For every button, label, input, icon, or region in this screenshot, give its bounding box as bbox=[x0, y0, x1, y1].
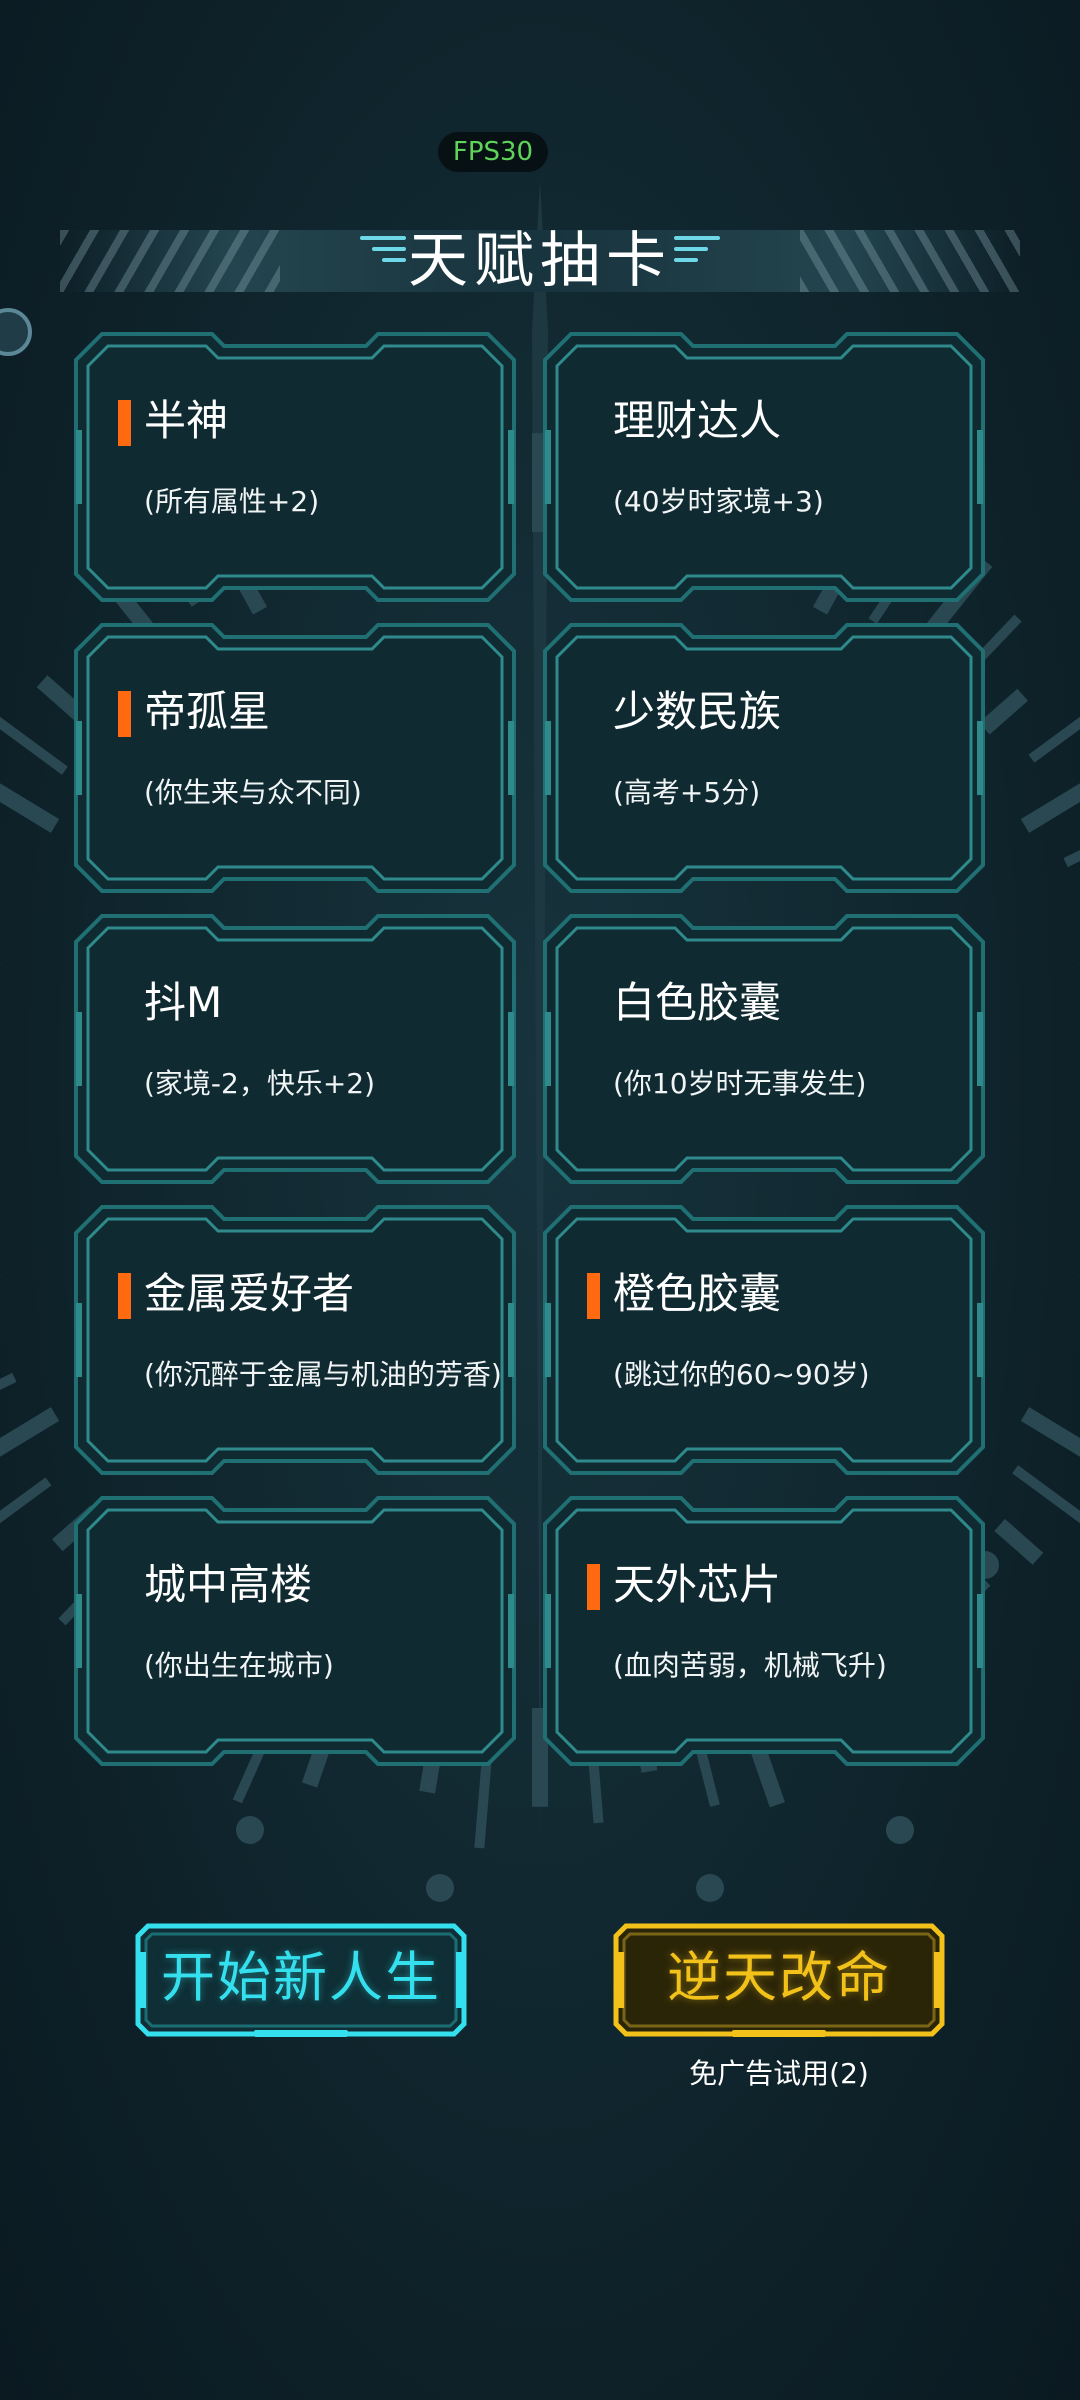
title-bar: 天赋抽卡 bbox=[0, 222, 1080, 300]
start-new-life-button[interactable]: 开始新人生 bbox=[134, 1922, 468, 2038]
talent-name: 半神 bbox=[144, 396, 229, 445]
card-frame bbox=[74, 332, 516, 602]
rarity-flag-icon bbox=[118, 400, 131, 446]
talent-description: (你沉醉于金属与机油的芳香) bbox=[144, 1358, 502, 1391]
background-ray bbox=[1012, 1465, 1080, 1524]
talent-description: (40岁时家境+3) bbox=[613, 485, 824, 518]
card-frame bbox=[543, 1205, 985, 1475]
game-screen: FPS30 天赋抽卡 半神 (所有属性+2) 理财达人 (40岁时家境+3) 帝孤星 (你… bbox=[0, 0, 1080, 2400]
background-ray bbox=[1020, 1407, 1080, 1457]
page-title: 天赋抽卡 bbox=[408, 226, 672, 296]
talent-card[interactable]: 理财达人 (40岁时家境+3) bbox=[541, 330, 987, 604]
card-frame bbox=[74, 1205, 516, 1475]
talent-card[interactable]: 少数民族 (高考+5分) bbox=[541, 621, 987, 895]
fps-counter: FPS30 bbox=[438, 132, 548, 172]
rarity-flag-icon bbox=[118, 1273, 131, 1319]
talent-card[interactable]: 半神 (所有属性+2) bbox=[72, 330, 518, 604]
revive-button-label: 逆天改命 bbox=[667, 1946, 891, 2009]
start-button-label: 开始新人生 bbox=[161, 1946, 441, 2009]
card-frame bbox=[543, 332, 985, 602]
ad-free-trial-label[interactable]: 免广告试用(2) bbox=[612, 2054, 946, 2094]
background-ray bbox=[994, 1518, 1044, 1565]
talent-card[interactable]: 白色胶囊 (你10岁时无事发生) bbox=[541, 912, 987, 1186]
card-frame bbox=[543, 1496, 985, 1766]
talent-name: 少数民族 bbox=[613, 687, 782, 736]
talent-name: 理财达人 bbox=[613, 396, 782, 445]
talent-name: 抖M bbox=[144, 978, 223, 1027]
background-ray bbox=[0, 783, 60, 833]
talent-name: 白色胶囊 bbox=[613, 978, 782, 1027]
card-frame bbox=[543, 623, 985, 893]
background-dot bbox=[886, 1816, 914, 1844]
rarity-flag-icon bbox=[587, 1273, 600, 1319]
card-frame bbox=[74, 914, 516, 1184]
talent-description: (高考+5分) bbox=[613, 776, 761, 809]
background-ray bbox=[1063, 850, 1080, 868]
talent-card[interactable]: 城中高楼 (你出生在城市) bbox=[72, 1494, 518, 1768]
talent-name: 橙色胶囊 bbox=[613, 1269, 782, 1318]
talent-description: (你出生在城市) bbox=[144, 1649, 334, 1682]
background-ray bbox=[0, 1477, 52, 1524]
rarity-flag-icon bbox=[118, 691, 131, 737]
talent-description: (家境-2，快乐+2) bbox=[144, 1067, 376, 1100]
talent-card[interactable]: 抖M (家境-2，快乐+2) bbox=[72, 912, 518, 1186]
background-ray bbox=[979, 688, 1028, 735]
talent-name: 天外芯片 bbox=[613, 1560, 782, 1609]
background-dot bbox=[696, 1874, 724, 1902]
talent-description: (跳过你的60~90岁) bbox=[613, 1358, 870, 1391]
talent-card[interactable]: 天外芯片 (血肉苦弱，机械飞升) bbox=[541, 1494, 987, 1768]
background-ray bbox=[0, 716, 68, 775]
background-ray bbox=[1020, 783, 1080, 833]
rarity-flag-icon bbox=[587, 1564, 600, 1610]
card-frame bbox=[74, 1496, 516, 1766]
talent-name: 金属爱好者 bbox=[144, 1269, 355, 1318]
talent-card[interactable]: 橙色胶囊 (跳过你的60~90岁) bbox=[541, 1203, 987, 1477]
talent-description: (你10岁时无事发生) bbox=[613, 1067, 867, 1100]
background-ray bbox=[1028, 716, 1080, 763]
talent-name: 帝孤星 bbox=[144, 687, 271, 736]
background-ray bbox=[0, 1372, 17, 1390]
talent-name: 城中高楼 bbox=[144, 1560, 313, 1609]
background-dot bbox=[426, 1874, 454, 1902]
talent-card[interactable]: 帝孤星 (你生来与众不同) bbox=[72, 621, 518, 895]
talent-card[interactable]: 金属爱好者 (你沉醉于金属与机油的芳香) bbox=[72, 1203, 518, 1477]
background-dot bbox=[236, 1816, 264, 1844]
revive-button[interactable]: 逆天改命 bbox=[612, 1922, 946, 2038]
talent-description: (你生来与众不同) bbox=[144, 776, 362, 809]
card-frame bbox=[543, 914, 985, 1184]
background-ray bbox=[0, 1407, 60, 1457]
talent-description: (所有属性+2) bbox=[144, 485, 320, 518]
card-frame bbox=[74, 623, 516, 893]
talent-description: (血肉苦弱，机械飞升) bbox=[613, 1649, 887, 1682]
